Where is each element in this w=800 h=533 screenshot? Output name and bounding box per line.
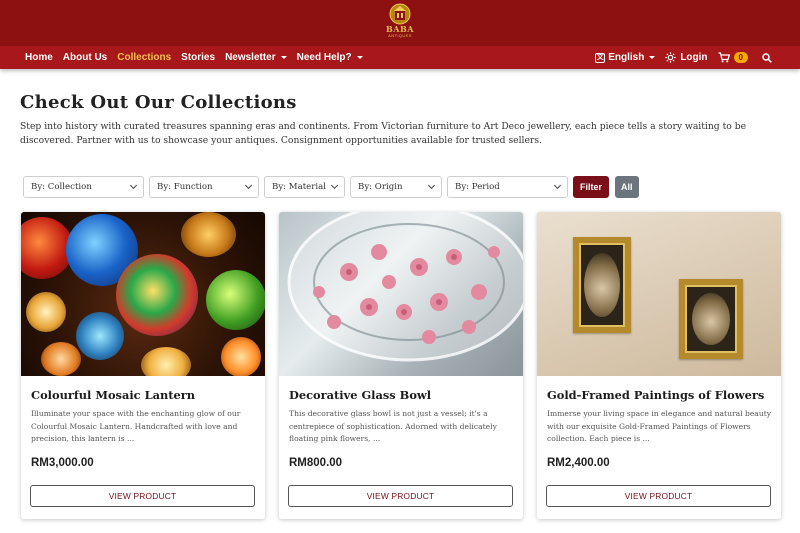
view-product-button[interactable]: VIEW PRODUCT	[288, 485, 513, 507]
glass-bowl-illustration	[287, 212, 523, 362]
view-product-button[interactable]: VIEW PRODUCT	[30, 485, 255, 507]
filter-bar: By: Collection By: Function By: Material…	[23, 176, 639, 198]
search-icon	[762, 52, 772, 63]
product-image[interactable]	[279, 212, 523, 376]
filter-period-select[interactable]: By: Period	[447, 176, 568, 198]
all-button[interactable]: All	[615, 176, 639, 198]
filter-collection-select[interactable]: By: Collection	[23, 176, 144, 198]
product-description: Illuminate your space with the enchantin…	[31, 409, 241, 443]
product-title[interactable]: Gold-Framed Paintings of Flowers	[547, 388, 764, 402]
product-price: RM2,400.00	[547, 457, 610, 469]
product-description: This decorative glass bowl is not just a…	[289, 409, 497, 443]
logo-text: BABA	[386, 24, 414, 34]
product-title[interactable]: Colourful Mosaic Lantern	[31, 388, 195, 402]
product-card: Decorative Glass Bowl This decorative gl…	[279, 212, 523, 519]
page-intro: Step into history with curated treasures…	[20, 121, 747, 146]
nav-item-home[interactable]: Home	[25, 52, 53, 63]
chevron-down-icon	[244, 181, 253, 190]
view-product-button[interactable]: VIEW PRODUCT	[546, 485, 771, 507]
language-selector[interactable]: 文 English	[595, 52, 656, 63]
product-price: RM3,000.00	[31, 457, 94, 469]
brand-bar: BABA ANTIQUES	[0, 0, 800, 46]
chevron-down-icon	[649, 56, 656, 59]
nav-links: Home About Us Collections Stories Newsle…	[25, 46, 373, 69]
nav-item-stories[interactable]: Stories	[181, 52, 215, 63]
filter-origin-select[interactable]: By: Origin	[350, 176, 442, 198]
sun-icon	[665, 52, 677, 63]
cart-button[interactable]: 0	[718, 52, 748, 63]
product-card: Colourful Mosaic Lantern Illuminate your…	[21, 212, 265, 519]
nav-item-newsletter[interactable]: Newsletter	[225, 52, 287, 63]
main-nav: Home About Us Collections Stories Newsle…	[0, 46, 800, 69]
nav-item-need-help[interactable]: Need Help?	[297, 52, 363, 63]
product-title[interactable]: Decorative Glass Bowl	[289, 388, 431, 402]
chevron-down-icon	[356, 56, 363, 59]
filter-material-select[interactable]: By: Material	[264, 176, 345, 198]
chevron-down-icon	[427, 181, 436, 190]
chevron-down-icon	[553, 181, 562, 190]
product-card: Gold-Framed Paintings of Flowers Immerse…	[537, 212, 781, 519]
filter-function-select[interactable]: By: Function	[149, 176, 259, 198]
nav-item-about-us[interactable]: About Us	[63, 52, 107, 63]
login-link[interactable]: Login	[665, 52, 708, 63]
nav-utilities: 文 English Login 0	[585, 46, 772, 69]
product-image[interactable]	[21, 212, 265, 376]
search-button[interactable]	[762, 52, 772, 63]
page-title: Check Out Our Collections	[20, 92, 297, 113]
chevron-down-icon	[129, 181, 138, 190]
nav-item-collections[interactable]: Collections	[117, 52, 171, 63]
product-image[interactable]	[537, 212, 781, 376]
product-description: Immerse your living space in elegance an…	[547, 409, 772, 443]
chevron-down-icon	[280, 56, 287, 59]
cart-count-badge: 0	[733, 52, 748, 63]
chevron-down-icon	[330, 181, 339, 190]
site-logo[interactable]: BABA ANTIQUES	[383, 3, 417, 43]
logo-emblem-icon	[389, 3, 411, 25]
translate-icon: 文	[595, 52, 606, 63]
filter-button[interactable]: Filter	[573, 176, 610, 198]
cart-icon	[718, 52, 730, 63]
product-price: RM800.00	[289, 457, 343, 469]
